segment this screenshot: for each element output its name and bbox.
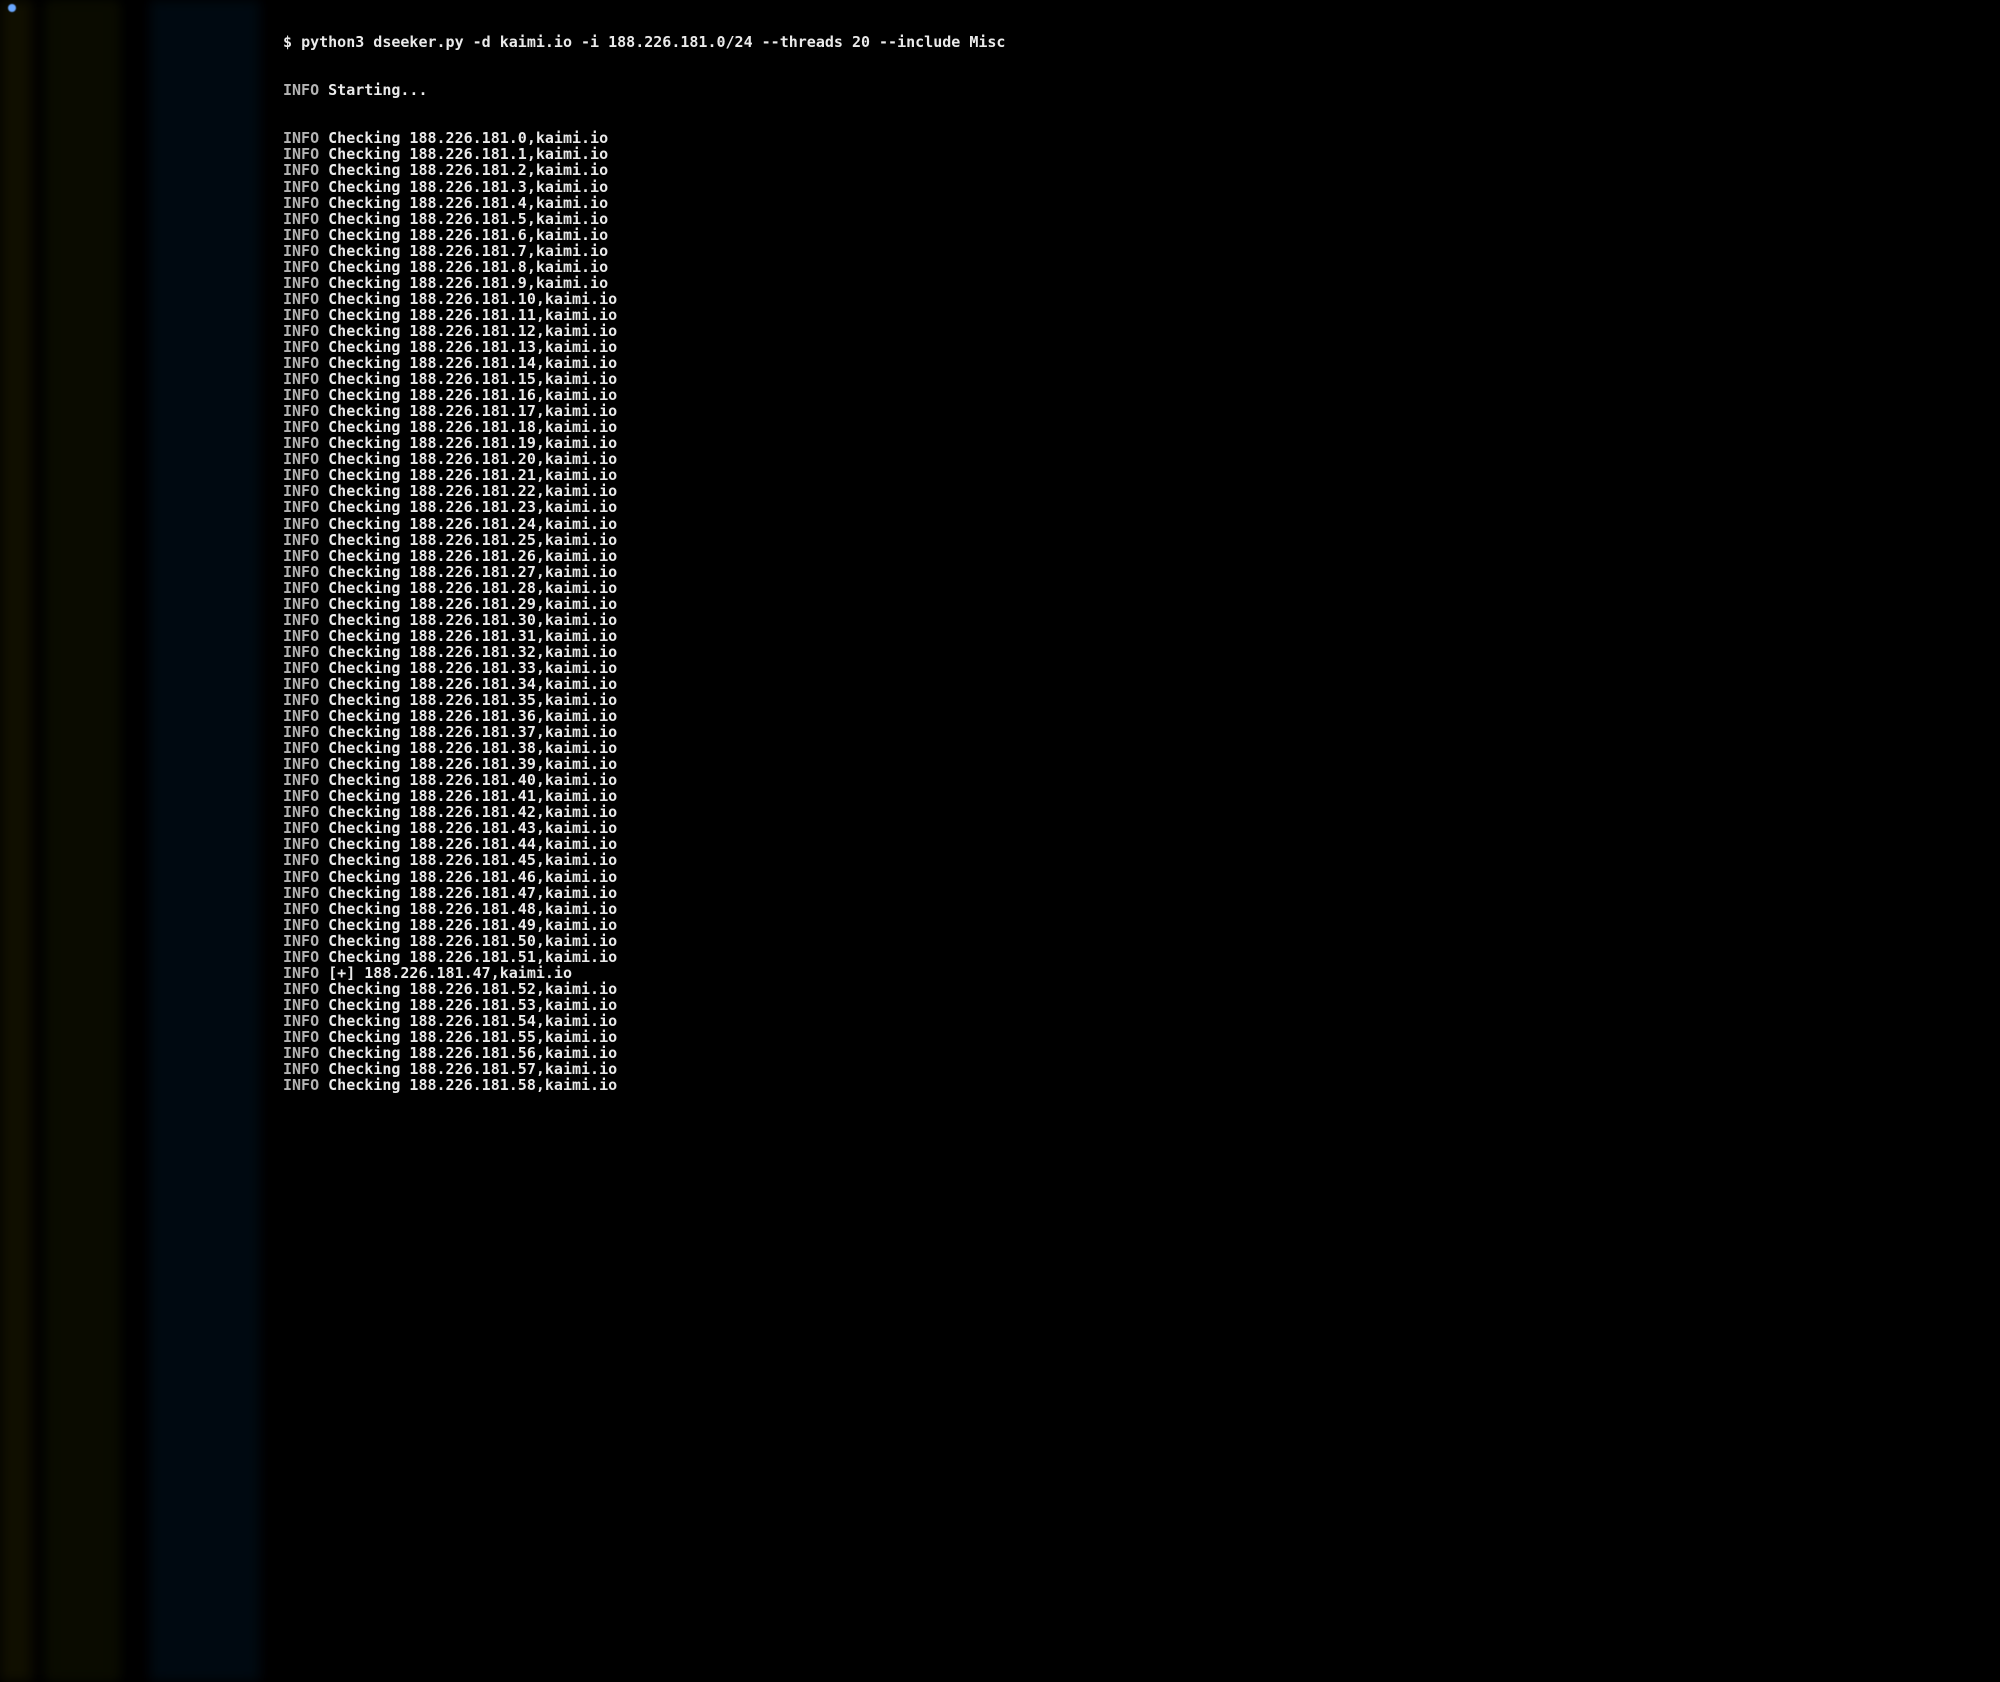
log-line: INFO Checking 188.226.181.44,kaimi.io [0,836,2000,852]
log-level: INFO [283,1076,319,1094]
log-line: INFO Checking 188.226.181.15,kaimi.io [0,371,2000,387]
log-line: INFO Checking 188.226.181.49,kaimi.io [0,917,2000,933]
log-line: INFO Checking 188.226.181.17,kaimi.io [0,403,2000,419]
log-line: INFO Checking 188.226.181.42,kaimi.io [0,804,2000,820]
log-line: INFO Checking 188.226.181.50,kaimi.io [0,933,2000,949]
log-line: INFO Checking 188.226.181.30,kaimi.io [0,612,2000,628]
log-message: Starting... [328,81,427,99]
log-line: INFO Checking 188.226.181.23,kaimi.io [0,499,2000,515]
log-line: INFO Checking 188.226.181.40,kaimi.io [0,772,2000,788]
log-line: INFO Checking 188.226.181.1,kaimi.io [0,146,2000,162]
log-line: INFO Checking 188.226.181.6,kaimi.io [0,227,2000,243]
log-line: INFO Checking 188.226.181.48,kaimi.io [0,901,2000,917]
log-line: INFO Checking 188.226.181.21,kaimi.io [0,467,2000,483]
log-line: INFO Checking 188.226.181.51,kaimi.io [0,949,2000,965]
log-line: INFO Checking 188.226.181.35,kaimi.io [0,692,2000,708]
log-line: INFO Checking 188.226.181.31,kaimi.io [0,628,2000,644]
log-line: INFO Checking 188.226.181.28,kaimi.io [0,580,2000,596]
log-line: INFO Checking 188.226.181.37,kaimi.io [0,724,2000,740]
log-line: INFO Checking 188.226.181.7,kaimi.io [0,243,2000,259]
command-text: python3 dseeker.py -d kaimi.io -i 188.22… [301,33,1005,51]
log-line: INFO Checking 188.226.181.5,kaimi.io [0,211,2000,227]
log-line: INFO Checking 188.226.181.55,kaimi.io [0,1029,2000,1045]
log-line: INFO Checking 188.226.181.18,kaimi.io [0,419,2000,435]
tab-indicator-icon [8,4,16,12]
log-line: INFO Checking 188.226.181.14,kaimi.io [0,355,2000,371]
log-line: INFO Checking 188.226.181.38,kaimi.io [0,740,2000,756]
log-line: INFO Checking 188.226.181.25,kaimi.io [0,532,2000,548]
log-line: INFO Checking 188.226.181.4,kaimi.io [0,195,2000,211]
log-line: INFO Checking 188.226.181.26,kaimi.io [0,548,2000,564]
log-line: INFO Checking 188.226.181.13,kaimi.io [0,339,2000,355]
log-line: INFO Checking 188.226.181.22,kaimi.io [0,483,2000,499]
log-line: INFO Checking 188.226.181.57,kaimi.io [0,1061,2000,1077]
log-line: INFO Checking 188.226.181.16,kaimi.io [0,387,2000,403]
log-line: INFO Checking 188.226.181.27,kaimi.io [0,564,2000,580]
log-line: INFO Checking 188.226.181.33,kaimi.io [0,660,2000,676]
log-line: INFO Checking 188.226.181.56,kaimi.io [0,1045,2000,1061]
log-line: INFO Checking 188.226.181.58,kaimi.io [0,1077,2000,1093]
log-line: INFO Checking 188.226.181.43,kaimi.io [0,820,2000,836]
log-line: INFO [+] 188.226.181.47,kaimi.io [0,965,2000,981]
log-line: INFO Checking 188.226.181.24,kaimi.io [0,516,2000,532]
log-line: INFO Checking 188.226.181.39,kaimi.io [0,756,2000,772]
log-line: INFO Checking 188.226.181.41,kaimi.io [0,788,2000,804]
log-line: INFO Checking 188.226.181.32,kaimi.io [0,644,2000,660]
log-line: INFO Checking 188.226.181.3,kaimi.io [0,179,2000,195]
log-line: INFO Checking 188.226.181.53,kaimi.io [0,997,2000,1013]
log-line: INFO Checking 188.226.181.9,kaimi.io [0,275,2000,291]
log-line: INFO Checking 188.226.181.19,kaimi.io [0,435,2000,451]
log-line: INFO Checking 188.226.181.8,kaimi.io [0,259,2000,275]
terminal-output[interactable]: $ python3 dseeker.py -d kaimi.io -i 188.… [0,0,2000,1109]
log-line: INFO Checking 188.226.181.0,kaimi.io [0,130,2000,146]
log-line: INFO Checking 188.226.181.12,kaimi.io [0,323,2000,339]
log-line: INFO Checking 188.226.181.45,kaimi.io [0,852,2000,868]
log-line: INFO Checking 188.226.181.46,kaimi.io [0,869,2000,885]
log-line: INFO Checking 188.226.181.47,kaimi.io [0,885,2000,901]
window-left-gutter [0,0,283,1682]
log-message: Checking 188.226.181.58,kaimi.io [319,1076,617,1094]
log-line: INFO Checking 188.226.181.34,kaimi.io [0,676,2000,692]
log-level: INFO [283,81,319,99]
log-line: INFO Checking 188.226.181.29,kaimi.io [0,596,2000,612]
log-line: INFO Checking 188.226.181.36,kaimi.io [0,708,2000,724]
log-line: INFO Checking 188.226.181.20,kaimi.io [0,451,2000,467]
log-line: INFO Checking 188.226.181.2,kaimi.io [0,162,2000,178]
log-line: INFO Checking 188.226.181.52,kaimi.io [0,981,2000,997]
log-line: INFO Checking 188.226.181.10,kaimi.io [0,291,2000,307]
prompt-line: $ python3 dseeker.py -d kaimi.io -i 188.… [0,34,2000,50]
log-line: INFO Starting... [0,82,2000,98]
log-line: INFO Checking 188.226.181.54,kaimi.io [0,1013,2000,1029]
log-line: INFO Checking 188.226.181.11,kaimi.io [0,307,2000,323]
prompt-dollar: $ [283,33,292,51]
